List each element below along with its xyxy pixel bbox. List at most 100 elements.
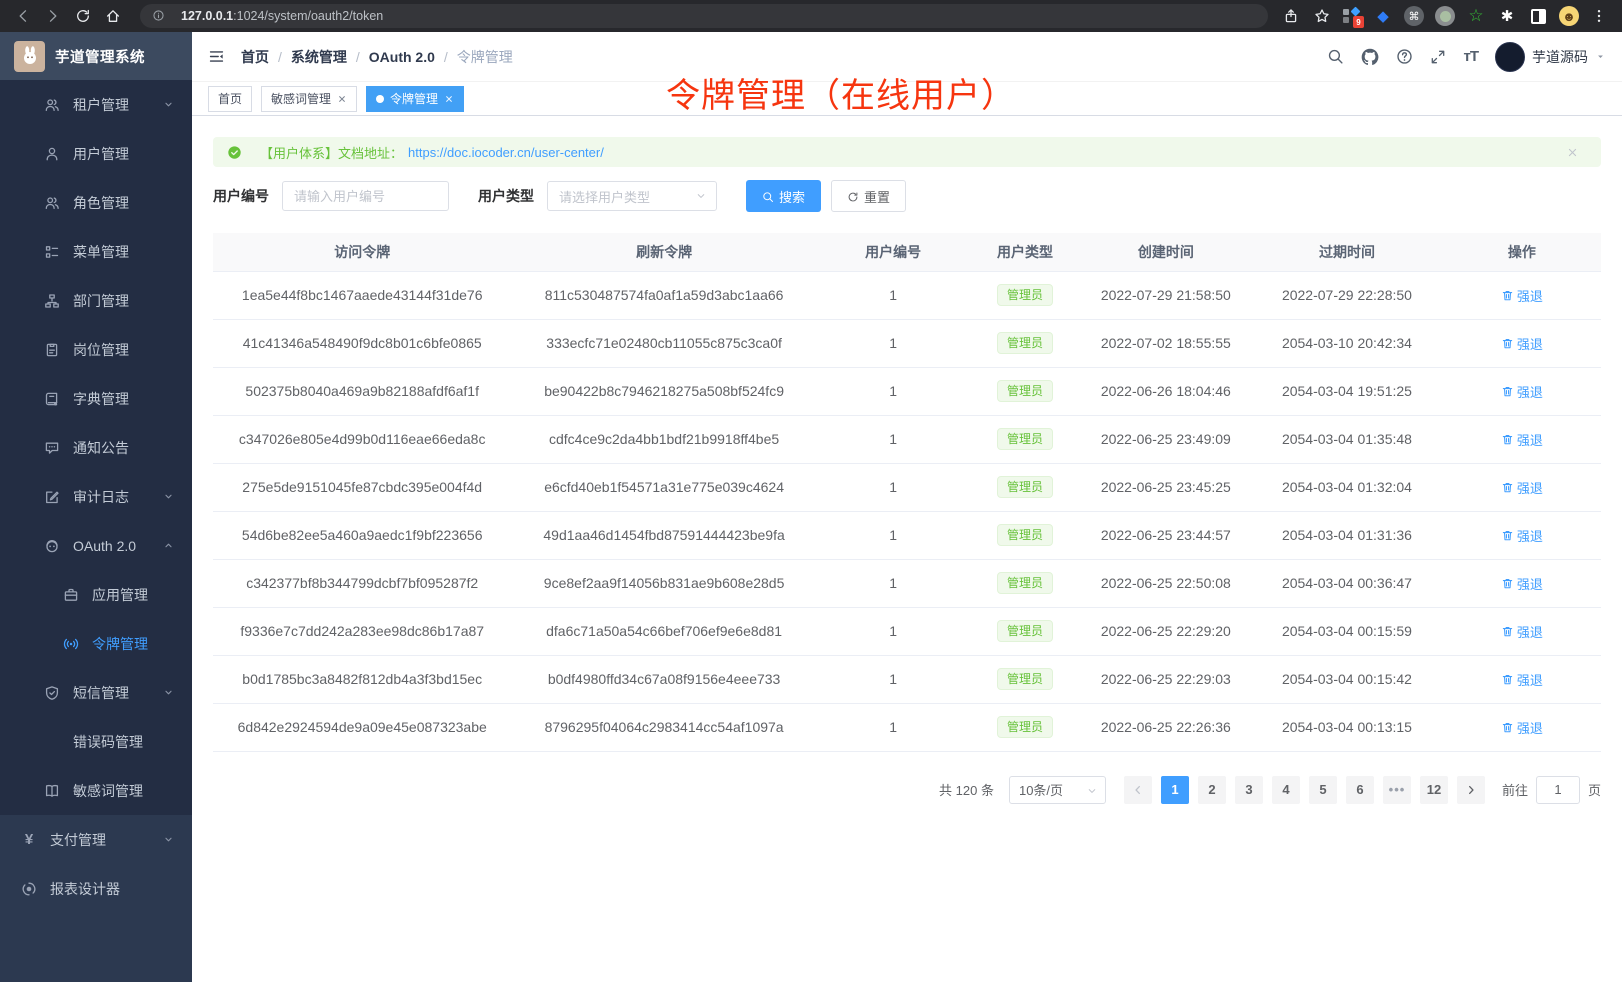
forward-icon[interactable] (40, 3, 66, 29)
extensions-grid-icon[interactable]: 9 (1340, 4, 1364, 28)
user-type-cell: 管理员 (969, 511, 1080, 559)
page-button-12[interactable]: 12 (1420, 776, 1448, 804)
tab-首页[interactable]: 首页 (208, 86, 252, 112)
sidebar-toggle-icon[interactable] (208, 48, 225, 65)
sidepanel-extension-icon[interactable] (1526, 4, 1550, 28)
breadcrumb-item[interactable]: 系统管理 (291, 47, 347, 67)
sidebar-item-role[interactable]: 角色管理 (0, 178, 192, 227)
tab-close-icon[interactable] (337, 94, 347, 104)
sidebar-item-pay[interactable]: ¥支付管理 (0, 815, 192, 864)
browser-menu-icon[interactable] (1586, 3, 1612, 29)
trash-icon (1501, 721, 1514, 734)
search-icon[interactable] (1327, 48, 1344, 65)
reload-icon[interactable] (70, 3, 96, 29)
tab-令牌管理[interactable]: 令牌管理 (366, 86, 464, 112)
force-logout-link[interactable]: 强退 (1501, 382, 1543, 401)
sidebar-item-menu[interactable]: 菜单管理 (0, 227, 192, 276)
force-logout-link[interactable]: 强退 (1501, 718, 1543, 737)
address-bar[interactable]: 127.0.0.1 :1024/system/oauth2/token (140, 4, 1268, 28)
user-type-tag: 管理员 (997, 620, 1053, 642)
force-logout-link[interactable]: 强退 (1501, 574, 1543, 593)
page-button-3[interactable]: 3 (1235, 776, 1263, 804)
notice-icon (44, 440, 60, 456)
next-page-button[interactable] (1457, 776, 1485, 804)
more-pages-button[interactable]: ••• (1383, 776, 1411, 804)
sidebar-item-dict[interactable]: 字典管理 (0, 374, 192, 423)
expire-time-cell: 2054-03-04 00:15:42 (1251, 655, 1443, 703)
home-icon[interactable] (100, 3, 126, 29)
force-logout-link[interactable]: 强退 (1501, 334, 1543, 353)
column-header: 用户编号 (817, 233, 970, 271)
breadcrumb-item[interactable]: 首页 (241, 47, 269, 67)
sidebar-item-token[interactable]: 令牌管理 (0, 619, 192, 668)
force-logout-link[interactable]: 强退 (1501, 670, 1543, 689)
user-type-cell: 管理员 (969, 415, 1080, 463)
sidebar-item-app[interactable]: 应用管理 (0, 570, 192, 619)
profile-avatar-icon[interactable]: ☻ (1557, 4, 1581, 28)
back-icon[interactable] (10, 3, 36, 29)
recorder-extension-icon[interactable] (1433, 4, 1457, 28)
user-type-select[interactable]: 请选择用户类型 (547, 181, 717, 211)
trash-icon (1501, 673, 1514, 686)
puzzle-extension-icon[interactable]: ✱ (1495, 4, 1519, 28)
bookmark-star-icon[interactable] (1309, 3, 1335, 29)
action-cell: 强退 (1443, 367, 1601, 415)
user-type-placeholder: 请选择用户类型 (559, 187, 650, 206)
sidebar-item-user[interactable]: 用户管理 (0, 129, 192, 178)
sidebar-item-sms[interactable]: 短信管理 (0, 668, 192, 717)
page-button-5[interactable]: 5 (1309, 776, 1337, 804)
sidebar-item-oauth[interactable]: OAuth 2.0 (0, 521, 192, 570)
goto-page-input[interactable] (1536, 776, 1580, 804)
reset-button[interactable]: 重置 (831, 180, 906, 212)
page-button-4[interactable]: 4 (1272, 776, 1300, 804)
sidebar-item-post[interactable]: 岗位管理 (0, 325, 192, 374)
sidebar-item-dept[interactable]: 部门管理 (0, 276, 192, 325)
user-id-label: 用户编号 (213, 186, 269, 206)
user-type-tag: 管理员 (997, 668, 1053, 690)
user-type-cell: 管理员 (969, 607, 1080, 655)
prev-page-button[interactable] (1124, 776, 1152, 804)
github-icon[interactable] (1361, 48, 1379, 66)
font-size-icon[interactable]: тT (1463, 48, 1478, 65)
breadcrumb-item[interactable]: OAuth 2.0 (369, 49, 435, 65)
sidebar-item-notice[interactable]: 通知公告 (0, 423, 192, 472)
gem-extension-icon[interactable]: ◆ (1371, 4, 1395, 28)
trash-icon (1501, 289, 1514, 302)
force-logout-link[interactable]: 强退 (1501, 286, 1543, 305)
user-type-cell: 管理员 (969, 367, 1080, 415)
search-icon (762, 189, 774, 204)
dict-icon (44, 391, 60, 407)
sidebar-item-errcode[interactable]: 错误码管理 (0, 717, 192, 766)
page-button-6[interactable]: 6 (1346, 776, 1374, 804)
force-logout-link[interactable]: 强退 (1501, 622, 1543, 641)
expire-time-cell: 2054-03-04 01:32:04 (1251, 463, 1443, 511)
user-id-cell: 1 (817, 319, 970, 367)
alert-doc-link[interactable]: https://doc.iocoder.cn/user-center/ (408, 145, 604, 160)
alert-close-icon[interactable] (1566, 146, 1588, 159)
fullscreen-icon[interactable] (1430, 49, 1446, 65)
app-logo-bar[interactable]: 芋道管理系统 (0, 32, 192, 80)
tab-close-icon[interactable] (444, 94, 454, 104)
user-id-input[interactable] (282, 181, 449, 211)
help-icon[interactable] (1396, 48, 1413, 65)
page-button-2[interactable]: 2 (1198, 776, 1226, 804)
share-icon[interactable] (1278, 3, 1304, 29)
page-size-select[interactable]: 10条/页 (1009, 776, 1106, 804)
site-info-icon[interactable] (152, 7, 173, 25)
command-extension-icon[interactable]: ⌘ (1402, 4, 1426, 28)
force-logout-link[interactable]: 强退 (1501, 526, 1543, 545)
tab-敏感词管理[interactable]: 敏感词管理 (261, 86, 357, 112)
sensitive-icon (44, 783, 60, 799)
sidebar-item-report[interactable]: 报表设计器 (0, 864, 192, 913)
force-logout-link[interactable]: 强退 (1501, 478, 1543, 497)
search-button[interactable]: 搜索 (746, 180, 821, 212)
page-button-1[interactable]: 1 (1161, 776, 1189, 804)
sidebar-item-log[interactable]: 审计日志 (0, 472, 192, 521)
force-logout-link[interactable]: 强退 (1501, 430, 1543, 449)
user-menu[interactable]: 芋道源码 (1495, 42, 1606, 72)
green-star-extension-icon[interactable]: ☆ (1464, 4, 1488, 28)
sidebar-item-tenant[interactable]: 租户管理 (0, 80, 192, 129)
sidebar-item-sensitive[interactable]: 敏感词管理 (0, 766, 192, 815)
expire-time-cell: 2054-03-04 00:15:59 (1251, 607, 1443, 655)
user-type-cell: 管理员 (969, 271, 1080, 319)
